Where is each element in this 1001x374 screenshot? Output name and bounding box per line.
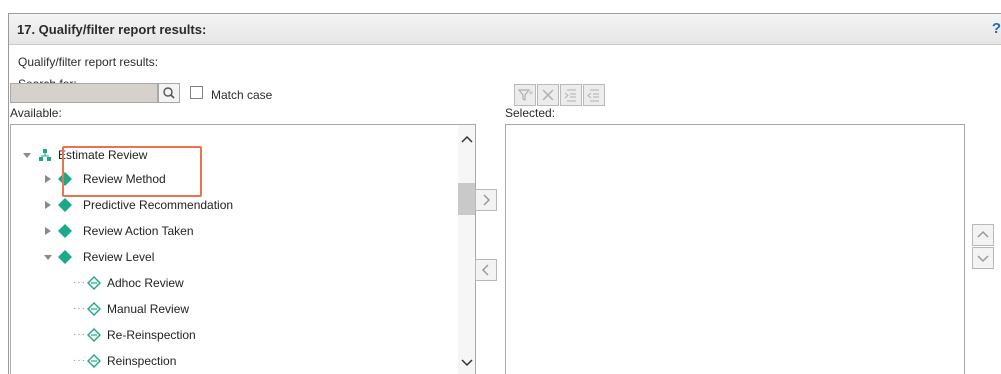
tree-connector: ··· bbox=[73, 329, 86, 340]
section-label: Qualify/filter report results: bbox=[18, 55, 159, 69]
filter-icon: + bbox=[517, 89, 534, 101]
tree-scrollbar-thumb[interactable] bbox=[458, 183, 475, 215]
svg-text:+: + bbox=[528, 89, 534, 97]
diamond-icon bbox=[58, 250, 72, 264]
tree-item[interactable]: Review Action Taken bbox=[11, 221, 451, 241]
tree-connector: ··· bbox=[73, 277, 86, 288]
tree-value-label: Manual Review bbox=[107, 302, 190, 316]
selected-label: Selected: bbox=[505, 106, 556, 120]
collapsed-caret-icon[interactable] bbox=[43, 195, 53, 215]
tree-item-label: Predictive Recommendation bbox=[83, 198, 234, 212]
outdent-button[interactable] bbox=[583, 84, 605, 106]
value-diamond-icon bbox=[87, 354, 101, 368]
remove-filter-button[interactable] bbox=[537, 84, 559, 106]
tree-item[interactable]: Predictive Recommendation bbox=[11, 195, 451, 215]
search-input[interactable] bbox=[10, 83, 158, 103]
outdent-icon bbox=[587, 89, 599, 102]
chevron-left-icon bbox=[481, 264, 489, 276]
value-diamond-icon bbox=[87, 328, 101, 342]
tree-value-label: Adhoc Review bbox=[107, 276, 184, 290]
selected-list[interactable] bbox=[505, 124, 965, 374]
hierarchy-icon bbox=[39, 149, 51, 161]
move-up-button[interactable] bbox=[972, 224, 994, 246]
diamond-icon bbox=[58, 198, 72, 212]
collapsed-caret-icon[interactable] bbox=[43, 221, 53, 241]
expanded-caret-icon[interactable] bbox=[22, 145, 32, 165]
filter-add-button[interactable]: + bbox=[514, 84, 536, 106]
tree-item-label: Review Action Taken bbox=[83, 224, 194, 238]
tree-value-label: Reinspection bbox=[107, 354, 177, 368]
indent-icon bbox=[564, 89, 576, 102]
diamond-icon bbox=[58, 224, 72, 238]
tree-item-label: Review Level bbox=[83, 250, 155, 264]
available-label: Available: bbox=[10, 106, 62, 120]
value-diamond-icon bbox=[87, 276, 101, 290]
scroll-down-icon[interactable] bbox=[459, 357, 475, 369]
value-diamond-icon bbox=[87, 302, 101, 316]
tree-value-item[interactable]: ··· Re-Reinspection bbox=[11, 325, 451, 345]
indent-button[interactable] bbox=[560, 84, 582, 106]
tree-value-item[interactable]: ··· Manual Review bbox=[11, 299, 451, 319]
move-down-button[interactable] bbox=[972, 247, 994, 269]
tree-connector: ··· bbox=[73, 303, 86, 314]
tree-value-item[interactable]: ··· Reinspection bbox=[11, 351, 451, 371]
tree-item[interactable]: Review Level bbox=[11, 247, 451, 267]
match-case-label: Match case bbox=[211, 88, 273, 102]
tree-scrollbar[interactable] bbox=[458, 125, 475, 374]
expanded-caret-icon[interactable] bbox=[43, 247, 53, 267]
tree-connector: ··· bbox=[73, 355, 86, 366]
add-to-selected-button[interactable] bbox=[475, 189, 497, 211]
scroll-up-icon[interactable] bbox=[459, 133, 475, 145]
close-icon bbox=[542, 89, 554, 101]
panel-header: 17. Qualify/filter report results: ? bbox=[9, 14, 1001, 45]
search-icon bbox=[163, 87, 175, 99]
chevron-right-icon bbox=[483, 194, 491, 206]
selection-highlight bbox=[62, 146, 202, 197]
chevron-up-icon bbox=[977, 230, 989, 238]
search-button[interactable] bbox=[158, 83, 180, 103]
panel-title: 17. Qualify/filter report results: bbox=[17, 22, 207, 37]
collapsed-caret-icon[interactable] bbox=[43, 169, 53, 189]
chevron-down-icon bbox=[977, 255, 989, 263]
tree-value-label: Re-Reinspection bbox=[107, 328, 196, 342]
tree-value-item[interactable]: ··· Adhoc Review bbox=[11, 273, 451, 293]
match-case-checkbox[interactable] bbox=[190, 86, 203, 99]
help-icon[interactable]: ? bbox=[992, 20, 1001, 37]
remove-from-selected-button[interactable] bbox=[475, 259, 497, 281]
